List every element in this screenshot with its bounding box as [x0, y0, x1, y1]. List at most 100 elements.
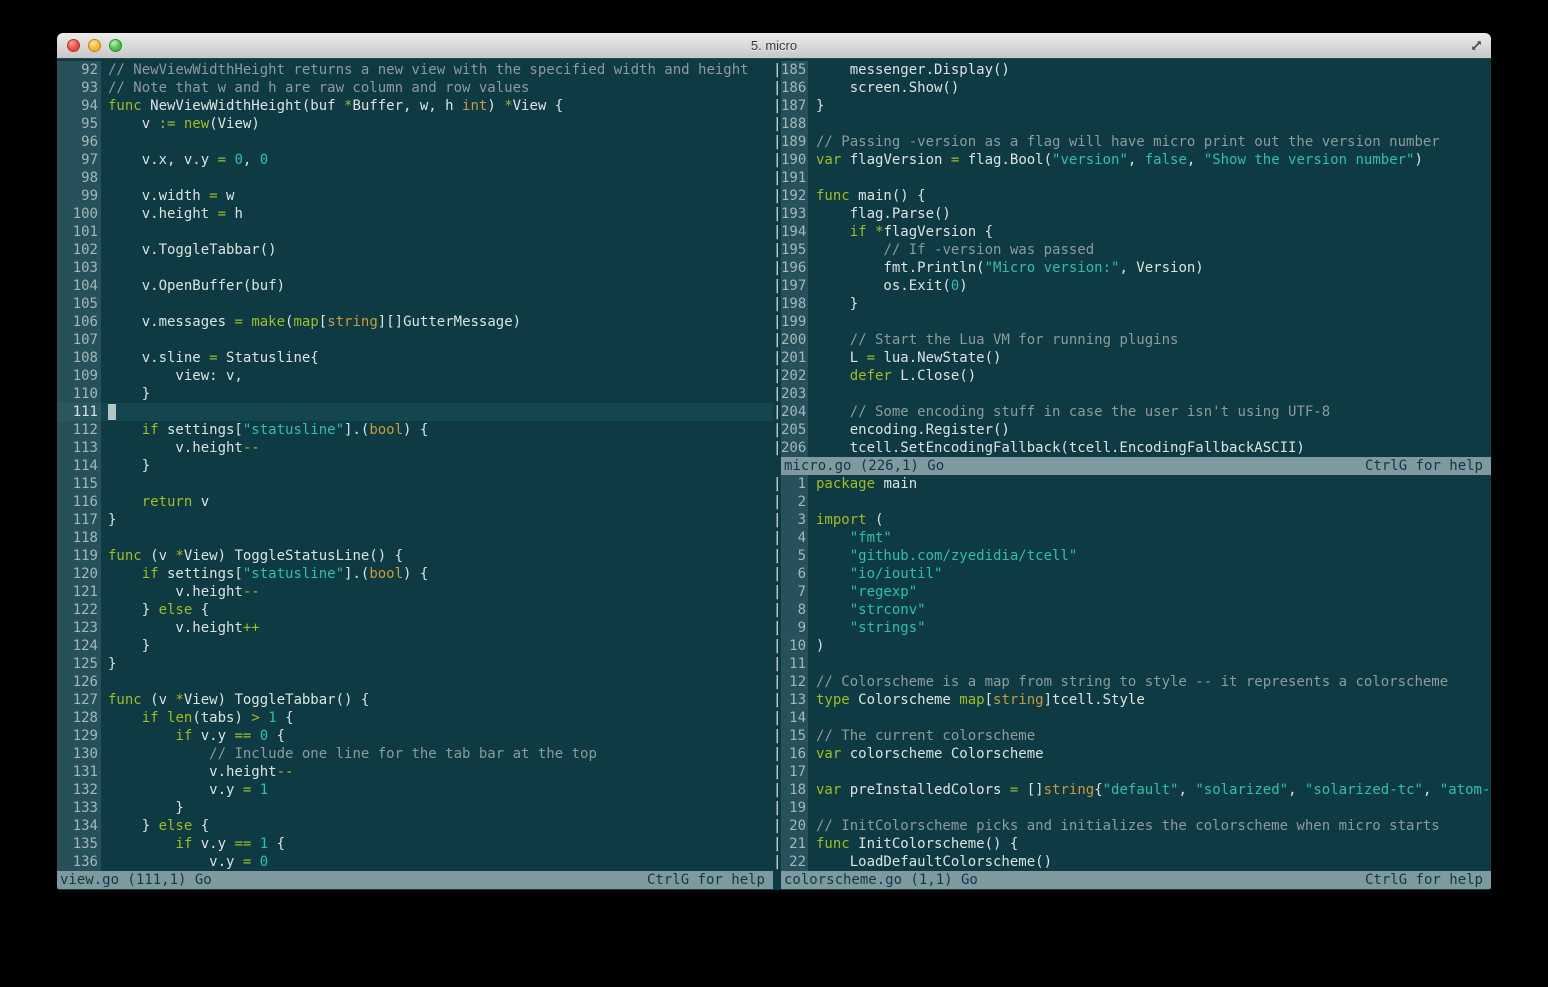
- code-line[interactable]: 122 } else {: [57, 601, 773, 619]
- code-line[interactable]: | 19: [773, 799, 1491, 817]
- code-line[interactable]: | 193 flag.Parse(): [773, 205, 1491, 223]
- code-line[interactable]: 124 }: [57, 637, 773, 655]
- code-line[interactable]: | 4 "fmt": [773, 529, 1491, 547]
- code-line[interactable]: | 21 func InitColorscheme() {: [773, 835, 1491, 853]
- code-line[interactable]: 132 v.y = 1: [57, 781, 773, 799]
- code-line[interactable]: 110 }: [57, 385, 773, 403]
- code-line[interactable]: | 22 LoadDefaultColorscheme(): [773, 853, 1491, 871]
- close-button[interactable]: [67, 39, 80, 52]
- code-line[interactable]: 96: [57, 133, 773, 151]
- code-line[interactable]: | 11: [773, 655, 1491, 673]
- code-line[interactable]: 127 func (v *View) ToggleTabbar() {: [57, 691, 773, 709]
- zoom-button[interactable]: [109, 39, 122, 52]
- code-line[interactable]: 135 if v.y == 1 {: [57, 835, 773, 853]
- code-line[interactable]: | 200 // Start the Lua VM for running plu…: [773, 331, 1491, 349]
- code-line[interactable]: 92 // NewViewWidthHeight returns a new vi…: [57, 61, 773, 79]
- code-line[interactable]: | 5 "github.com/zyedidia/tcell": [773, 547, 1491, 565]
- code-line[interactable]: | 187}: [773, 97, 1491, 115]
- code-area-view-go[interactable]: 92 // NewViewWidthHeight returns a new vi…: [57, 61, 773, 871]
- code-line[interactable]: | 9 "strings": [773, 619, 1491, 637]
- code-line[interactable]: 99 v.width = w: [57, 187, 773, 205]
- code-line[interactable]: 126: [57, 673, 773, 691]
- pane-divider: |: [773, 440, 782, 456]
- code-line[interactable]: | 202 defer L.Close(): [773, 367, 1491, 385]
- code-line[interactable]: | 192 func main() {: [773, 187, 1491, 205]
- code-line[interactable]: | 17: [773, 763, 1491, 781]
- code-line[interactable]: | 1 package main: [773, 475, 1491, 493]
- code-line[interactable]: | 201 L = lua.NewState(): [773, 349, 1491, 367]
- code-line[interactable]: | 199: [773, 313, 1491, 331]
- code-line[interactable]: 97 v.x, v.y = 0, 0: [57, 151, 773, 169]
- code-line[interactable]: 115: [57, 475, 773, 493]
- code-line[interactable]: 105: [57, 295, 773, 313]
- code-line[interactable]: 93 // Note that w and h are raw column an…: [57, 79, 773, 97]
- code-line[interactable]: 130 // Include one line for the tab bar …: [57, 745, 773, 763]
- code-line[interactable]: 131 v.height--: [57, 763, 773, 781]
- code-line[interactable]: | 2: [773, 493, 1491, 511]
- code-line[interactable]: 112 if settings["statusline"].(bool) {: [57, 421, 773, 439]
- code-line[interactable]: 113 v.height--: [57, 439, 773, 457]
- code-line[interactable]: 123 v.height++: [57, 619, 773, 637]
- code-line[interactable]: | 190 var flagVersion = flag.Bool("version…: [773, 151, 1491, 169]
- code-line[interactable]: 119 func (v *View) ToggleStatusLine() {: [57, 547, 773, 565]
- code-line[interactable]: | 10): [773, 637, 1491, 655]
- code-line[interactable]: | 206 tcell.SetEncodingFallback(tcell.Enc…: [773, 439, 1491, 457]
- code-line[interactable]: 94 func NewViewWidthHeight(buf *Buffer, w…: [57, 97, 773, 115]
- line-number: 101: [57, 223, 101, 241]
- code-line[interactable]: | 186 screen.Show(): [773, 79, 1491, 97]
- code-line[interactable]: | 194 if *flagVersion {: [773, 223, 1491, 241]
- code-line[interactable]: | 198 }: [773, 295, 1491, 313]
- code-line[interactable]: | 203: [773, 385, 1491, 403]
- code-line[interactable]: | 189 // Passing -version as a flag will h…: [773, 133, 1491, 151]
- code-line[interactable]: 128 if len(tabs) > 1 {: [57, 709, 773, 727]
- code-line[interactable]: | 14: [773, 709, 1491, 727]
- code-line[interactable]: | 188: [773, 115, 1491, 133]
- code-line[interactable]: | 6 "io/ioutil": [773, 565, 1491, 583]
- code-line[interactable]: 133 }: [57, 799, 773, 817]
- code-line[interactable]: 104 v.OpenBuffer(buf): [57, 277, 773, 295]
- code-line[interactable]: 125}: [57, 655, 773, 673]
- code-line[interactable]: 109 view: v,: [57, 367, 773, 385]
- code-line[interactable]: | 20 // InitColorscheme picks and initiali…: [773, 817, 1491, 835]
- code-line[interactable]: | 196 fmt.Println("Micro version:", Versi…: [773, 259, 1491, 277]
- code-line[interactable]: 108 v.sline = Statusline{: [57, 349, 773, 367]
- code-line[interactable]: | 3 import (: [773, 511, 1491, 529]
- code-line[interactable]: | 13 type Colorscheme map[string]tcell.Sty…: [773, 691, 1491, 709]
- code-line[interactable]: | 205 encoding.Register(): [773, 421, 1491, 439]
- code-line[interactable]: 114 }: [57, 457, 773, 475]
- code-line[interactable]: | 191: [773, 169, 1491, 187]
- minimize-button[interactable]: [88, 39, 101, 52]
- code-line[interactable]: | 185 messenger.Display(): [773, 61, 1491, 79]
- code-line[interactable]: | 15 // The current colorscheme: [773, 727, 1491, 745]
- code-area-micro-go[interactable]: | 185 messenger.Display() | 186 screen.Show…: [773, 61, 1491, 457]
- code-line[interactable]: 102 v.ToggleTabbar(): [57, 241, 773, 259]
- code-line[interactable]: | 18 var preInstalledColors = []string{"de…: [773, 781, 1491, 799]
- code-line[interactable]: 111: [57, 403, 773, 421]
- code-line[interactable]: 95 v := new(View): [57, 115, 773, 133]
- code-line[interactable]: 100 v.height = h: [57, 205, 773, 223]
- code-line[interactable]: | 195 // If -version was passed: [773, 241, 1491, 259]
- code-line[interactable]: | 16 var colorscheme Colorscheme: [773, 745, 1491, 763]
- code-line[interactable]: 120 if settings["statusline"].(bool) {: [57, 565, 773, 583]
- code-line[interactable]: 106 v.messages = make(map[string][]Gutte…: [57, 313, 773, 331]
- title-bar[interactable]: 5. micro: [57, 33, 1491, 59]
- code-line[interactable]: 121 v.height--: [57, 583, 773, 601]
- code-line[interactable]: 103: [57, 259, 773, 277]
- code-line[interactable]: 107: [57, 331, 773, 349]
- resize-icon[interactable]: [1469, 38, 1484, 53]
- code-line[interactable]: | 8 "strconv": [773, 601, 1491, 619]
- code-area-colorscheme-go[interactable]: | 1 package main | 2 | 3 import (| 4 "fmt" | 5 "gi…: [773, 475, 1491, 871]
- code-line[interactable]: | 7 "regexp": [773, 583, 1491, 601]
- code-line[interactable]: 134 } else {: [57, 817, 773, 835]
- code-line[interactable]: 118: [57, 529, 773, 547]
- code-line[interactable]: | 197 os.Exit(0): [773, 277, 1491, 295]
- code-text: }: [816, 98, 825, 114]
- code-line[interactable]: 129 if v.y == 0 {: [57, 727, 773, 745]
- code-line[interactable]: 116 return v: [57, 493, 773, 511]
- code-line[interactable]: | 204 // Some encoding stuff in case the …: [773, 403, 1491, 421]
- code-line[interactable]: 136 v.y = 0: [57, 853, 773, 871]
- code-line[interactable]: | 12 // Colorscheme is a map from string t…: [773, 673, 1491, 691]
- code-line[interactable]: 117}: [57, 511, 773, 529]
- code-line[interactable]: 98: [57, 169, 773, 187]
- code-line[interactable]: 101: [57, 223, 773, 241]
